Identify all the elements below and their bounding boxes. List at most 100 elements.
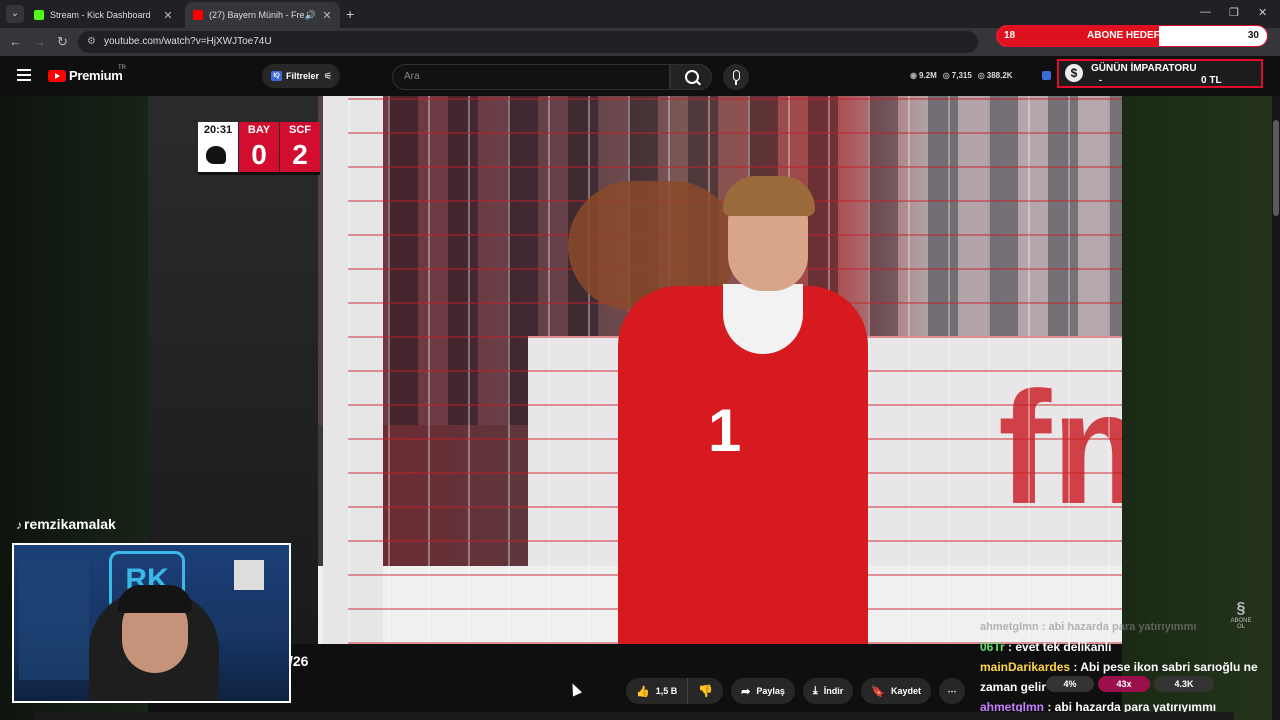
youtube-premium-label[interactable]: Premium <box>69 68 123 83</box>
restore-icon[interactable]: ❐ <box>1229 6 1239 19</box>
like-dislike-group: 👍 1,5 B 👎 <box>626 678 724 704</box>
filters-label: Filtreler <box>286 71 320 81</box>
back-arrow-icon[interactable]: ← <box>9 34 22 49</box>
scrollbar-thumb[interactable] <box>1273 120 1279 216</box>
tiktok-username: remzikamalak <box>24 516 116 532</box>
eye-icon: ◉ <box>910 71 917 80</box>
video-title-fragment: /26 <box>289 653 309 669</box>
chat-username: 06Tr <box>980 640 1005 654</box>
like-count: 1,5 B <box>655 686 678 696</box>
browser-tab-bar: ⌄ Stream - Kick Dashboard ✕ (27) Bayern … <box>0 0 1280 28</box>
page-scrollbar[interactable] <box>1272 96 1280 720</box>
coin-icon: $ <box>1065 64 1083 82</box>
extension-icon[interactable] <box>1042 71 1051 80</box>
download-label: İndir <box>823 686 844 696</box>
tab-title: Stream - Kick Dashboard <box>50 10 151 20</box>
new-tab-button[interactable]: + <box>346 6 354 22</box>
reload-icon[interactable]: ↻ <box>57 34 68 50</box>
search-icon <box>685 70 699 84</box>
tab-title: (27) Bayern Münih - Freibur <box>209 10 305 20</box>
home-team: BAY <box>239 122 279 138</box>
chat-message: 06Tr : evet tek delikanlı <box>980 637 1260 657</box>
like-button[interactable]: 👍 1,5 B <box>626 678 689 704</box>
tab-kick-dashboard[interactable]: Stream - Kick Dashboard ✕ <box>26 2 181 28</box>
player-figure: 1 <box>578 176 868 644</box>
stat-views: 9.2M <box>918 71 937 80</box>
download-icon: ⤓ <box>812 684 818 697</box>
subscriber-goal-bar: 18 ABONE HEDEFİMİZ 30 <box>996 25 1268 47</box>
menu-icon[interactable] <box>17 69 31 84</box>
goal-label: ABONE HEDEFİMİZ <box>1087 30 1180 41</box>
stat-pill: 4.3K <box>1154 676 1214 692</box>
thumbs-down-icon: 👎 <box>698 684 714 698</box>
bottom-strip <box>34 712 1234 720</box>
tiktok-handle: ♪ remzikamalak <box>16 516 116 532</box>
stat-concurrent: 7,315 <box>951 71 972 80</box>
url-field[interactable]: ⚙ youtube.com/watch?v=HjXWJToe74U <box>78 31 978 53</box>
share-button[interactable]: ➦ Paylaş <box>731 678 795 704</box>
subscribers-icon: ◎ <box>977 71 985 80</box>
chat-faded-message: ahmetglmn : abi hazarda para yatırıyımmı <box>980 621 1197 633</box>
save-label: Kaydet <box>891 686 922 696</box>
dislike-button[interactable]: 👎 <box>688 678 723 704</box>
share-label: Paylaş <box>756 686 785 696</box>
search-input[interactable]: Ara <box>392 64 670 90</box>
speaker-icon[interactable]: 🔊 <box>305 10 316 21</box>
youtube-logo-icon[interactable] <box>48 70 66 82</box>
sliders-icon: ⚟ <box>323 71 332 81</box>
search-button[interactable] <box>670 64 712 90</box>
away-score: 2 <box>280 138 320 172</box>
tab-search-icon[interactable]: ⌄ <box>6 5 24 23</box>
forward-arrow-icon[interactable]: → <box>33 34 46 49</box>
save-button[interactable]: 🔖 Kaydet <box>861 678 932 704</box>
goal-current: 18 <box>1004 30 1016 41</box>
subscribe-logo-icon: § <box>1236 600 1246 617</box>
bookmark-icon: 🔖 <box>871 685 885 698</box>
stat-pill: 43x <box>1098 676 1150 692</box>
chat-stat-pills: 4% 43x 4.3K <box>1046 676 1214 692</box>
player-hair <box>723 176 815 216</box>
home-score: 0 <box>239 138 279 172</box>
stat-subs: 388.2K <box>986 71 1013 80</box>
kick-favicon-icon <box>34 10 44 20</box>
youtube-favicon-icon <box>193 10 203 20</box>
site-info-icon[interactable]: ⚙ <box>87 31 96 53</box>
tab-youtube-video[interactable]: (27) Bayern Münih - Freibur 🔊 ✕ <box>185 2 340 28</box>
minimize-icon[interactable]: — <box>1200 6 1211 18</box>
goal-target: 30 <box>1247 30 1259 41</box>
close-tab-icon[interactable]: ✕ <box>161 9 175 22</box>
streamer-webcam: RK <box>12 543 291 703</box>
match-clock: 20:31 <box>198 122 238 138</box>
streamer-hair <box>118 585 192 613</box>
top-donor-panel: $ GÜNÜN İMPARATORU - 0 TL <box>1057 59 1263 88</box>
close-window-icon[interactable]: ✕ <box>1258 6 1267 19</box>
more-button[interactable]: ⋯ <box>939 678 966 704</box>
away-team: SCF <box>280 122 320 138</box>
download-button[interactable]: ⤓ İndir <box>802 678 854 704</box>
chat-text: : evet tek delikanlı <box>1004 640 1112 654</box>
video-player[interactable]: fm 1 <box>148 96 1122 644</box>
scoreboard-underline <box>198 172 320 175</box>
top-donor-title: GÜNÜN İMPARATORU <box>1091 63 1197 74</box>
mouse-cursor-icon <box>567 681 583 697</box>
chat-username: mainDarikardes <box>980 660 1071 674</box>
filters-button[interactable]: IQ Filtreler ⚟ <box>262 64 340 88</box>
close-tab-icon[interactable]: ✕ <box>320 9 334 22</box>
extension-stats: ◉ 9.2M ◎ 7,315 ◎ 388.2K <box>910 71 1013 80</box>
url-text: youtube.com/watch?v=HjXWJToe74U <box>104 36 272 47</box>
chat-overlay: ahmetglmn : abi hazarda para yatırıyımmı… <box>980 617 1260 717</box>
tiktok-icon: ♪ <box>16 518 22 532</box>
video-actions: 👍 1,5 B 👎 ➦ Paylaş ⤓ İndir 🔖 Kaydet ⋯ <box>626 678 966 704</box>
stat-pill: 4% <box>1046 676 1094 692</box>
region-code: TR <box>118 65 126 71</box>
thumbs-up-icon: 👍 <box>636 685 650 698</box>
shirt-number: 1 <box>708 397 742 464</box>
top-donor-name: - <box>1099 75 1102 85</box>
webcam-shelf <box>19 560 89 680</box>
bundesliga-logo-icon <box>198 138 238 172</box>
viewers-icon: ◎ <box>942 71 950 80</box>
voice-search-icon[interactable] <box>723 64 749 90</box>
share-icon: ➦ <box>741 685 751 698</box>
filter-extension-icon: IQ <box>271 71 282 81</box>
top-donor-amount: 0 TL <box>1201 75 1222 86</box>
